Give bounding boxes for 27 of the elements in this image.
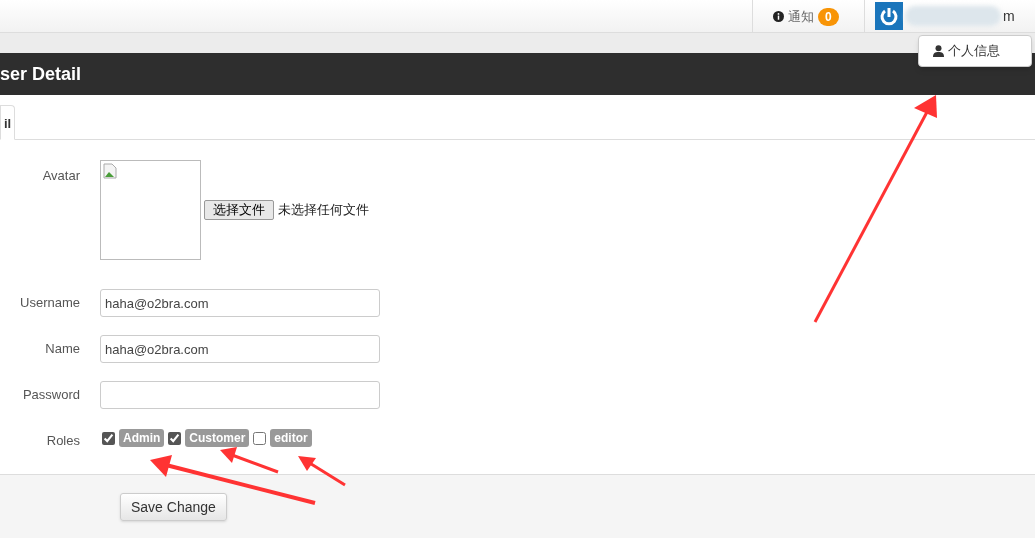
field-label: Password <box>21 386 81 405</box>
count-badge: 0 <box>818 7 839 26</box>
user-icon <box>933 45 944 57</box>
power-icon <box>875 2 903 30</box>
broken-image-icon <box>103 163 117 179</box>
field-label: Username <box>19 294 81 313</box>
role-label: Customer <box>185 429 250 447</box>
tab[interactable]: il <box>0 105 16 140</box>
checkbox[interactable] <box>102 431 115 445</box>
checkbox[interactable] <box>168 431 182 445</box>
input-field[interactable]: haha@o2bra.com <box>100 289 380 317</box>
page-title: ser Detail <box>0 62 82 86</box>
info-icon <box>773 11 784 22</box>
input-field[interactable] <box>100 381 380 409</box>
username-text[interactable]: m <box>1003 5 1015 27</box>
role-label: editor <box>270 429 312 447</box>
file-status: 未选择任何文件 <box>278 201 369 219</box>
input-field[interactable]: haha@o2bra.com <box>100 335 380 363</box>
profile-menu-item[interactable]: 个人信息 <box>948 41 1000 61</box>
notifications-link[interactable]: 通知 <box>788 6 814 27</box>
save-change-button[interactable]: Save Change <box>120 493 227 521</box>
field-label: Roles <box>45 432 81 451</box>
field-label: Name <box>44 340 81 359</box>
choose-file-button[interactable]: 选择文件 <box>204 200 274 220</box>
role-label: Admin <box>119 429 165 447</box>
field-label: Avatar <box>41 167 81 185</box>
checkbox[interactable] <box>253 431 267 445</box>
